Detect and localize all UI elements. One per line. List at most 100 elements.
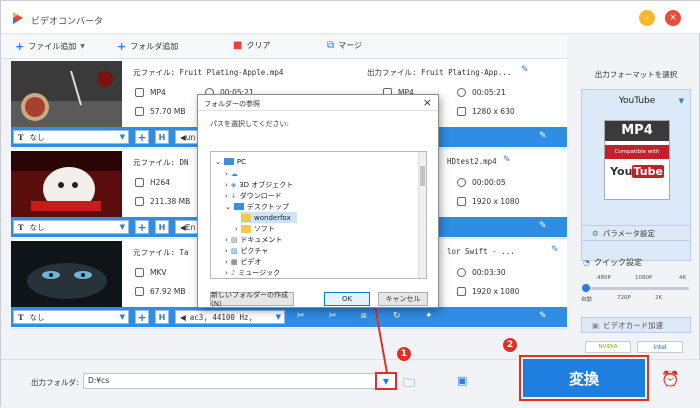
add-subtitle-button[interactable]: + [135,310,149,324]
tree-node-pc[interactable]: ⌄ PC [215,156,246,167]
tree-node-soft[interactable]: › ソフト [235,223,275,234]
subtitle-select[interactable]: T なし ▼ [13,130,129,144]
quick-label: クイック設定 [593,258,642,267]
subtitle-icon: T [18,222,24,232]
edit-output-icon[interactable]: ✎ [521,65,529,75]
browse-folder-icon[interactable]: ▣ [457,374,467,387]
tree-node-wonderfox[interactable]: wonderfox [241,212,297,223]
tree-node-3d[interactable]: › ◈ 3D オブジェクト [225,179,293,190]
add-folder-button[interactable]: + フォルダ追加 [117,40,178,53]
node-label: ドキュメント [240,235,283,244]
duration-value: 00:05:21 [472,88,506,97]
tree-node-videos[interactable]: › ▦ ビデオ [225,256,261,267]
ok-button[interactable]: OK [324,292,370,306]
cloud-icon: ☁ [230,169,238,178]
chevron-down-icon: ▼ [80,43,85,50]
edit-output-icon[interactable]: ✎ [503,155,511,165]
audio-select[interactable]: ◀ En [175,220,199,234]
video-thumbnail[interactable] [11,61,122,127]
open-folder-icon[interactable]: 🗀 [403,374,415,395]
new-folder-button[interactable]: 新しいフォルダーの作成(N) [210,291,294,308]
output-folder-input[interactable]: D:¥cs [83,373,389,389]
app-title: ビデオコンバータ [31,17,104,27]
source-format: MP4 [135,88,166,97]
chevron-down-icon: ⌄ [225,202,231,211]
source-size: 211.38 MB [135,197,190,206]
size-value: 211.38 MB [150,197,191,206]
merge-icon: ⧉ [327,40,335,51]
folder-icon [240,224,251,233]
watermark-button[interactable]: H [155,310,169,324]
node-label: デスクトップ [246,202,289,211]
watermark-button[interactable]: H [155,130,169,144]
close-button[interactable]: × [665,10,681,26]
folder-tree: ⌄ PC › ☁ › ◈ 3D オブジェクト › ↓ ダウンロード ⌄ デスクトップ wond… [210,151,427,279]
resolution-value: 1920 x 1080 [472,287,520,296]
add-subtitle-button[interactable]: + [135,130,149,144]
format-name: YouTube [618,96,656,106]
item-control-bar: T なし ▼ + H ◀ ac3, 44100 Hz, ▼ ✂ ✂ ⧈ ↻ ✦ … [11,307,567,327]
dialog-close-icon[interactable]: × [423,96,432,109]
edit-icon[interactable]: ✎ [539,221,547,231]
convert-button[interactable]: 変換 [523,359,645,397]
document-icon: ▤ [230,235,238,244]
duration-value: 00:00:05 [472,178,506,187]
audio-select[interactable]: ◀ ac3, 44100 Hz, ▼ [175,310,285,324]
scrollbar-thumb[interactable] [420,166,425,186]
node-label: 3D オブジェクト [239,180,294,189]
watermark-button[interactable]: H [155,220,169,234]
logo-you: You [610,165,633,178]
tree-node-documents[interactable]: › ▤ ドキュメント [225,234,282,245]
parameter-settings-button[interactable]: ⚙ パラメータ設定 [581,225,691,241]
video-thumbnail[interactable] [11,241,122,307]
tree-node-downloads[interactable]: › ↓ ダウンロード [225,190,282,201]
output-filename: lor Swift - ... [447,247,515,256]
audio-select[interactable]: ◀ un [175,130,199,144]
edit-icon[interactable]: ✎ [539,311,547,321]
chevron-down-icon: ▼ [678,97,684,105]
subtitle-select[interactable]: T なし ▼ [13,220,129,234]
tree-scrollbar[interactable] [418,152,426,278]
title-bar: ビデオコンバータ – × [1,1,700,34]
merge-button[interactable]: ⧉ マージ [327,40,362,51]
youtube-format-icon: MP4 Compatible with YouTube [604,120,670,200]
edit-output-icon[interactable]: ✎ [551,245,559,255]
gpu-acceleration-button[interactable]: ▣ ビデオカード加速 [581,317,691,333]
dialog-prompt: パスを選択してください: [210,120,289,128]
edit-icon[interactable]: ✎ [539,131,547,141]
scale-label: 自動 [581,297,593,303]
minimize-button[interactable]: – [639,10,655,26]
clear-button[interactable]: ■ クリア [233,40,270,51]
cut-icon[interactable]: ✂ [329,311,337,321]
source-format: MKV [135,268,167,277]
tree-node-music[interactable]: › ♪ ミュージック [225,267,280,278]
folder-browse-dialog: フォルダーの参照 × パスを選択してください: ⌄ PC › ☁ › ◈ 3D オブジェ… [197,94,439,308]
video-thumbnail[interactable] [11,151,122,217]
subtitle-select[interactable]: T なし ▼ [13,310,129,324]
add-file-button[interactable]: + ファイル追加 ▼ [15,40,85,53]
pc-icon [223,158,234,165]
param-button-label: パラメータ設定 [602,228,656,238]
add-subtitle-button[interactable]: + [135,220,149,234]
node-label: PC [236,157,246,166]
tree-node-desktop[interactable]: ⌄ デスクトップ [225,201,289,212]
slider-handle[interactable] [582,284,590,292]
tree-node-cloud[interactable]: › ☁ [225,168,241,179]
plus-icon: + [117,40,127,53]
nvidia-badge[interactable]: NVIDIA [585,341,631,353]
cancel-button[interactable]: キャンセル [378,292,428,306]
dialog-title: フォルダーの参照 [204,100,260,108]
tree-node-pictures[interactable]: › ▨ ピクチャ [225,245,268,256]
output-filename: HDtest2.mp4 [447,157,497,166]
effect-icon[interactable]: ✂ [297,311,305,321]
intel-badge[interactable]: intel [637,341,683,353]
gpu-icon: ▣ [592,320,600,330]
alarm-clock-icon[interactable]: ⏰ [661,370,680,388]
speed-icon: ◔ [583,258,590,267]
card-top-label: MP4 [605,121,669,141]
resolution-value: 1920 x 1080 [472,197,520,206]
quality-slider[interactable] [582,284,689,292]
subtitle-icon: T [18,312,24,322]
output-resolution: 1920 x 1080 [457,197,519,206]
filter-icon[interactable]: ✦ [425,311,433,321]
